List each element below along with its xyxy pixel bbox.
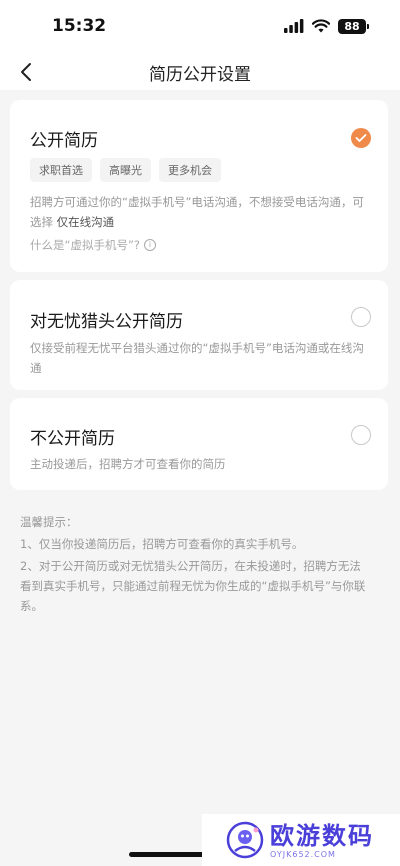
status-bar: 15:32 88 [0, 0, 400, 54]
watermark-name: 欧游数码 [270, 821, 374, 850]
tips-heading: 温馨提示： [20, 515, 78, 529]
option-private-resume[interactable]: 不公开简历 主动投递后，招聘方才可查看你的简历 [10, 398, 388, 490]
radio-selected[interactable] [351, 128, 371, 148]
watermark-url: OYJK652.COM [270, 849, 336, 859]
option-headhunter-public[interactable]: 对无忧猎头公开简历 仅接受前程无忧平台猎头通过你的“虚拟手机号”电话沟通或在线沟… [10, 280, 388, 390]
option-description: 主动投递后，招聘方才可查看你的简历 [30, 457, 226, 471]
radio-unselected[interactable] [351, 307, 371, 327]
option-public-resume[interactable]: 公开简历 求职首选 高曝光 更多机会 招聘方可通过你的“虚拟手机号”电话沟通，不… [10, 100, 388, 272]
signal-icon [284, 19, 304, 33]
virtual-number-help[interactable]: 什么是“虚拟手机号”? i [30, 237, 157, 253]
help-text: 什么是“虚拟手机号”? [30, 238, 141, 252]
check-icon [355, 134, 367, 142]
page-title: 简历公开设置 [149, 65, 251, 85]
tips-item: 2、对于公开简历或对无忧猎头公开简历，在未投递时，招聘方无法看到真实手机号，只能… [20, 559, 366, 613]
radio-unselected[interactable] [351, 425, 371, 445]
tips-section: 温馨提示： 1、仅当你投递简历后，招聘方可查看你的真实手机号。 2、对于公开简历… [20, 512, 372, 618]
option-title: 公开简历 [30, 131, 98, 151]
option-description: 招聘方可通过你的“虚拟手机号”电话沟通，不想接受电话沟通，可选择 仅在线沟通 [30, 192, 366, 232]
nav-bar: 简历公开设置 [0, 54, 400, 90]
tips-item: 1、仅当你投递简历后，招聘方可查看你的真实手机号。 [20, 537, 304, 551]
online-only-link[interactable]: 仅在线沟通 [57, 215, 115, 229]
wifi-icon [312, 19, 330, 33]
info-icon: i [144, 239, 157, 251]
tag: 求职首选 [30, 158, 92, 182]
battery-level: 88 [344, 19, 360, 33]
option-description: 仅接受前程无忧平台猎头通过你的“虚拟手机号”电话沟通或在线沟通 [30, 341, 364, 375]
tag: 更多机会 [159, 158, 221, 182]
tag: 高曝光 [100, 158, 151, 182]
watermark-logo-icon [226, 821, 264, 859]
battery-icon: 88 [338, 18, 369, 34]
status-icons: 88 [284, 18, 369, 34]
status-time: 15:32 [52, 16, 107, 36]
option-title: 不公开简历 [30, 429, 115, 449]
watermark: 欧游数码 OYJK652.COM [202, 814, 400, 866]
tag-list: 求职首选 高曝光 更多机会 [30, 158, 221, 182]
option-title: 对无忧猎头公开简历 [30, 312, 183, 332]
